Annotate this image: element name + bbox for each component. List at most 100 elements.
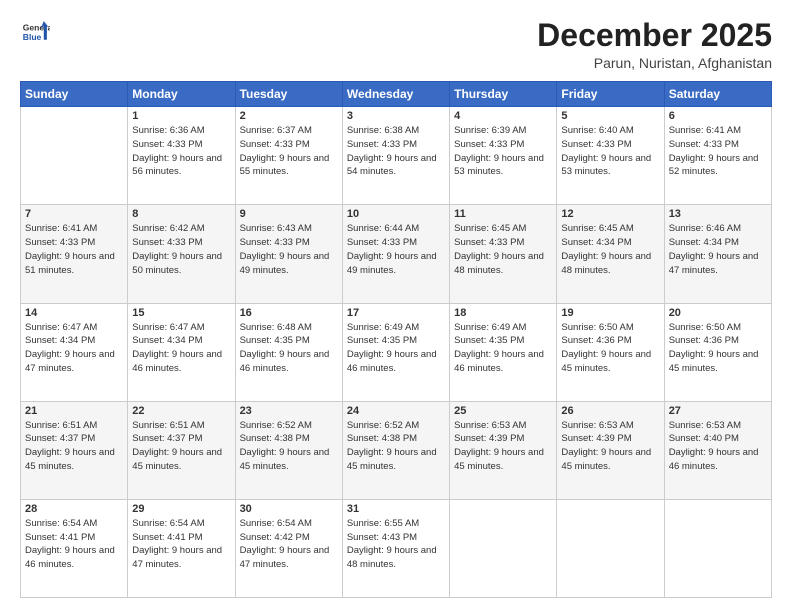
day-info: Sunrise: 6:54 AMSunset: 4:42 PMDaylight:… <box>240 517 338 572</box>
calendar-day-cell: 25 Sunrise: 6:53 AMSunset: 4:39 PMDayligh… <box>450 401 557 499</box>
day-number: 31 <box>347 503 445 515</box>
calendar-day-cell: 9Sunrise: 6:43 AMSunset: 4:33 PMDaylight… <box>235 205 342 303</box>
calendar-day-cell: 5Sunrise: 6:40 AMSunset: 4:33 PMDaylight… <box>557 107 664 205</box>
month-title: December 2025 <box>537 18 772 53</box>
title-block: December 2025 Parun, Nuristan, Afghanist… <box>537 18 772 71</box>
day-number: 23 <box>240 405 338 417</box>
calendar-day-cell: 12Sunrise: 6:45 AMSunset: 4:34 PMDayligh… <box>557 205 664 303</box>
calendar-day-cell: 31 Sunrise: 6:55 AMSunset: 4:43 PMDayligh… <box>342 499 449 597</box>
calendar-day-cell: 22 Sunrise: 6:51 AMSunset: 4:37 PMDayligh… <box>128 401 235 499</box>
calendar-header-saturday: Saturday <box>664 82 771 107</box>
day-info: Sunrise: 6:48 AMSunset: 4:35 PMDaylight:… <box>240 321 338 376</box>
calendar-day-cell: 28 Sunrise: 6:54 AMSunset: 4:41 PMDayligh… <box>21 499 128 597</box>
calendar-day-cell: 6 Sunrise: 6:41 AMSunset: 4:33 PMDaylight… <box>664 107 771 205</box>
calendar-day-cell: 26 Sunrise: 6:53 AMSunset: 4:39 PMDayligh… <box>557 401 664 499</box>
page: General Blue December 2025 Parun, Nurist… <box>0 0 792 612</box>
day-number: 25 <box>454 405 552 417</box>
day-number: 1 <box>132 110 230 122</box>
day-number: 11 <box>454 208 552 220</box>
day-info: Sunrise: 6:54 AMSunset: 4:41 PMDaylight:… <box>132 517 230 572</box>
day-number: 7 <box>25 208 123 220</box>
day-number: 24 <box>347 405 445 417</box>
day-number: 18 <box>454 307 552 319</box>
calendar-week-row: 7 Sunrise: 6:41 AMSunset: 4:33 PMDaylight… <box>21 205 772 303</box>
svg-text:Blue: Blue <box>23 32 42 42</box>
day-info: Sunrise: 6:45 AMSunset: 4:33 PMDaylight:… <box>454 222 552 277</box>
day-info: Sunrise: 6:41 AMSunset: 4:33 PMDaylight:… <box>669 124 767 179</box>
day-number: 22 <box>132 405 230 417</box>
day-info: Sunrise: 6:50 AMSunset: 4:36 PMDaylight:… <box>561 321 659 376</box>
day-number: 3 <box>347 110 445 122</box>
day-number: 28 <box>25 503 123 515</box>
calendar-day-cell: 2 Sunrise: 6:37 AMSunset: 4:33 PMDaylight… <box>235 107 342 205</box>
day-number: 29 <box>132 503 230 515</box>
day-number: 21 <box>25 405 123 417</box>
day-number: 14 <box>25 307 123 319</box>
calendar-day-cell: 14 Sunrise: 6:47 AMSunset: 4:34 PMDayligh… <box>21 303 128 401</box>
calendar-day-cell: 18 Sunrise: 6:49 AMSunset: 4:35 PMDayligh… <box>450 303 557 401</box>
day-number: 17 <box>347 307 445 319</box>
calendar-day-cell: 7 Sunrise: 6:41 AMSunset: 4:33 PMDaylight… <box>21 205 128 303</box>
day-info: Sunrise: 6:49 AMSunset: 4:35 PMDaylight:… <box>454 321 552 376</box>
day-number: 9 <box>240 208 338 220</box>
day-number: 13 <box>669 208 767 220</box>
calendar-day-cell: 21 Sunrise: 6:51 AMSunset: 4:37 PMDayligh… <box>21 401 128 499</box>
day-info: Sunrise: 6:49 AMSunset: 4:35 PMDaylight:… <box>347 321 445 376</box>
location-title: Parun, Nuristan, Afghanistan <box>537 55 772 71</box>
day-number: 6 <box>669 110 767 122</box>
day-info: Sunrise: 6:41 AMSunset: 4:33 PMDaylight:… <box>25 222 123 277</box>
day-info: Sunrise: 6:46 AMSunset: 4:34 PMDaylight:… <box>669 222 767 277</box>
calendar-day-cell <box>450 499 557 597</box>
calendar-week-row: 14 Sunrise: 6:47 AMSunset: 4:34 PMDayligh… <box>21 303 772 401</box>
day-info: Sunrise: 6:52 AMSunset: 4:38 PMDaylight:… <box>240 419 338 474</box>
day-number: 8 <box>132 208 230 220</box>
day-info: Sunrise: 6:51 AMSunset: 4:37 PMDaylight:… <box>132 419 230 474</box>
day-number: 19 <box>561 307 659 319</box>
day-info: Sunrise: 6:53 AMSunset: 4:40 PMDaylight:… <box>669 419 767 474</box>
calendar-header-thursday: Thursday <box>450 82 557 107</box>
day-info: Sunrise: 6:37 AMSunset: 4:33 PMDaylight:… <box>240 124 338 179</box>
calendar-header-monday: Monday <box>128 82 235 107</box>
day-number: 2 <box>240 110 338 122</box>
day-info: Sunrise: 6:55 AMSunset: 4:43 PMDaylight:… <box>347 517 445 572</box>
day-info: Sunrise: 6:47 AMSunset: 4:34 PMDaylight:… <box>25 321 123 376</box>
day-number: 27 <box>669 405 767 417</box>
calendar-day-cell: 23 Sunrise: 6:52 AMSunset: 4:38 PMDayligh… <box>235 401 342 499</box>
calendar-day-cell: 27 Sunrise: 6:53 AMSunset: 4:40 PMDayligh… <box>664 401 771 499</box>
day-info: Sunrise: 6:44 AMSunset: 4:33 PMDaylight:… <box>347 222 445 277</box>
day-number: 30 <box>240 503 338 515</box>
calendar-day-cell: 4 Sunrise: 6:39 AMSunset: 4:33 PMDaylight… <box>450 107 557 205</box>
calendar-header-friday: Friday <box>557 82 664 107</box>
header: General Blue December 2025 Parun, Nurist… <box>20 18 772 71</box>
day-number: 4 <box>454 110 552 122</box>
day-number: 20 <box>669 307 767 319</box>
calendar-header-sunday: Sunday <box>21 82 128 107</box>
calendar-day-cell: 10 Sunrise: 6:44 AMSunset: 4:33 PMDayligh… <box>342 205 449 303</box>
calendar-week-row: 21 Sunrise: 6:51 AMSunset: 4:37 PMDayligh… <box>21 401 772 499</box>
calendar-day-cell: 20Sunrise: 6:50 AMSunset: 4:36 PMDayligh… <box>664 303 771 401</box>
day-info: Sunrise: 6:45 AMSunset: 4:34 PMDaylight:… <box>561 222 659 277</box>
calendar-day-cell: 15Sunrise: 6:47 AMSunset: 4:34 PMDayligh… <box>128 303 235 401</box>
day-info: Sunrise: 6:52 AMSunset: 4:38 PMDaylight:… <box>347 419 445 474</box>
calendar-day-cell <box>557 499 664 597</box>
day-info: Sunrise: 6:42 AMSunset: 4:33 PMDaylight:… <box>132 222 230 277</box>
calendar-day-cell: 17 Sunrise: 6:49 AMSunset: 4:35 PMDayligh… <box>342 303 449 401</box>
day-info: Sunrise: 6:53 AMSunset: 4:39 PMDaylight:… <box>561 419 659 474</box>
day-info: Sunrise: 6:51 AMSunset: 4:37 PMDaylight:… <box>25 419 123 474</box>
calendar-table: SundayMondayTuesdayWednesdayThursdayFrid… <box>20 81 772 598</box>
calendar-day-cell: 30 Sunrise: 6:54 AMSunset: 4:42 PMDayligh… <box>235 499 342 597</box>
day-info: Sunrise: 6:40 AMSunset: 4:33 PMDaylight:… <box>561 124 659 179</box>
calendar-header-wednesday: Wednesday <box>342 82 449 107</box>
day-number: 10 <box>347 208 445 220</box>
day-info: Sunrise: 6:54 AMSunset: 4:41 PMDaylight:… <box>25 517 123 572</box>
day-info: Sunrise: 6:39 AMSunset: 4:33 PMDaylight:… <box>454 124 552 179</box>
calendar-day-cell: 13 Sunrise: 6:46 AMSunset: 4:34 PMDayligh… <box>664 205 771 303</box>
calendar-header-row: SundayMondayTuesdayWednesdayThursdayFrid… <box>21 82 772 107</box>
logo-icon: General Blue <box>22 18 50 46</box>
day-number: 26 <box>561 405 659 417</box>
calendar-day-cell: 19 Sunrise: 6:50 AMSunset: 4:36 PMDayligh… <box>557 303 664 401</box>
day-info: Sunrise: 6:38 AMSunset: 4:33 PMDaylight:… <box>347 124 445 179</box>
calendar-day-cell: 8 Sunrise: 6:42 AMSunset: 4:33 PMDaylight… <box>128 205 235 303</box>
day-info: Sunrise: 6:53 AMSunset: 4:39 PMDaylight:… <box>454 419 552 474</box>
calendar-week-row: 1Sunrise: 6:36 AMSunset: 4:33 PMDaylight… <box>21 107 772 205</box>
